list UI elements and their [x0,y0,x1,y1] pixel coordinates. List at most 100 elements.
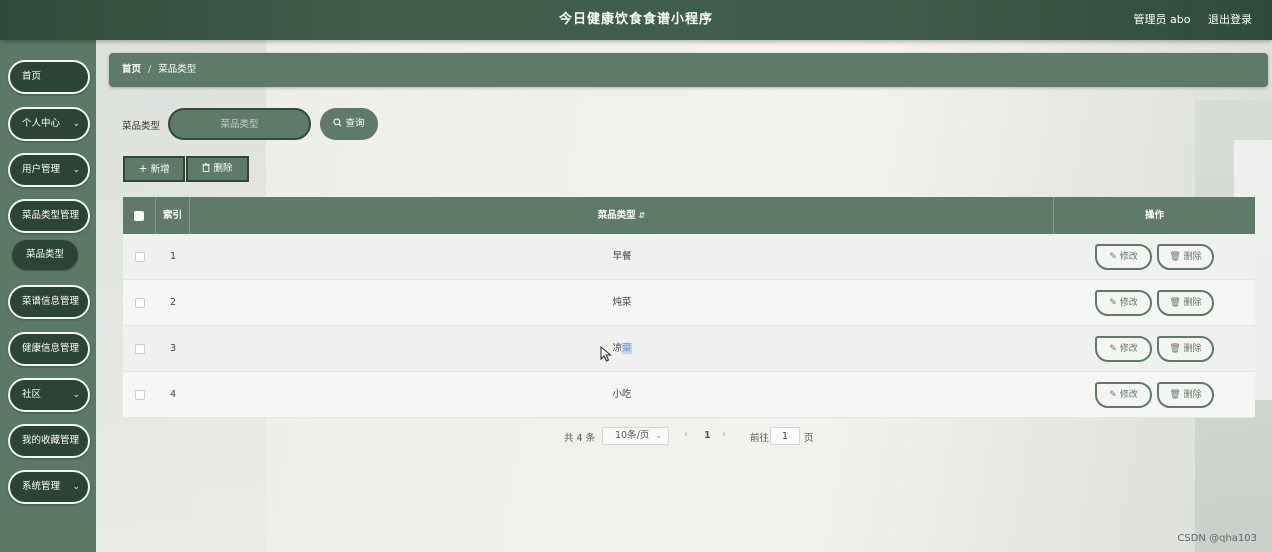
row-checkbox[interactable] [134,251,145,262]
page-size-select[interactable]: 10条/页 ⌄ [602,427,669,445]
edit-button[interactable]: ✎ 修改 [1095,244,1152,270]
trash-icon: 🗑 [1169,298,1181,308]
page-size-value: 10条/页 [615,430,650,441]
row-select-cell [123,234,156,280]
trash-icon: 🗑 [1169,252,1181,262]
delete-button[interactable]: 🗑 删除 [1157,244,1214,270]
header-select-all-cell [123,197,156,234]
sidebar-item-label: 菜品类型管理 [22,210,80,221]
goto-page-input[interactable] [770,427,800,445]
delete-button-label: 删除 [1183,298,1202,308]
batch-delete-button[interactable]: 删除 [186,156,249,182]
sidebar-item-home[interactable]: 首页 [8,60,90,94]
prev-page-button[interactable]: ‹ [684,429,688,440]
delete-button[interactable]: 🗑 删除 [1157,382,1214,408]
trash-icon: 🗑 [1169,390,1181,400]
search-icon [333,118,342,127]
header-dish-type[interactable]: 菜品类型 ⇵ [190,197,1054,234]
table-header: 索引 菜品类型 ⇵ 操作 [123,197,1255,234]
sidebar-subitem-dish-type[interactable]: 菜品类型 [12,240,78,270]
table-row: 1 早餐 ✎ 修改 🗑 删除 [123,234,1255,280]
plus-icon: + [138,162,148,175]
row-select-cell [123,326,156,372]
trash-icon: 🗑 [1169,344,1181,354]
sidebar-item-label: 菜谱信息管理 [22,296,80,307]
edit-button-label: 修改 [1119,390,1138,400]
watermark: CSDN @qha103 [1177,533,1257,544]
query-button[interactable]: 查询 [320,108,378,140]
sidebar-item-label: 用户管理 [22,164,61,175]
row-checkbox[interactable] [134,297,145,308]
edit-icon: ✎ [1109,252,1117,262]
chevron-down-icon: ⌄ [72,482,80,492]
page-number-current[interactable]: 1 [704,430,711,441]
sidebar-item-label: 我的收藏管理 [22,435,80,446]
table-row: 2 炖菜 ✎ 修改 🗑 删除 [123,280,1255,326]
sidebar-item-recipe-management[interactable]: 菜谱信息管理 [8,285,90,319]
header-index: 索引 [156,197,190,234]
page-label: 页 [804,433,814,444]
sidebar-item-community[interactable]: 社区 ⌄ [8,378,90,412]
sidebar-item-system-management[interactable]: 系统管理 ⌄ [8,470,90,504]
row-index: 2 [169,297,177,308]
row-dish-type-text: 凉 [612,343,622,354]
logout-link[interactable]: 退出登录 [1208,13,1252,26]
sidebar-item-label: 系统管理 [22,481,61,492]
trash-icon [202,162,211,172]
current-user: 管理员 abo [1133,13,1191,26]
header-user-area: 管理员 abo 退出登录 [1120,0,1252,40]
edit-icon: ✎ [1109,298,1117,308]
sidebar-item-dish-type-management[interactable]: 菜品类型管理 [8,199,90,233]
delete-button-label: 删除 [1183,344,1202,354]
row-index: 1 [169,251,177,262]
header-dish-type-label: 菜品类型 [597,210,636,221]
edit-icon: ✎ [1109,390,1117,400]
sidebar-item-favorites-management[interactable]: 我的收藏管理 [8,424,90,458]
edit-button-label: 修改 [1119,344,1138,354]
row-index: 3 [169,343,177,354]
edit-icon: ✎ [1109,344,1117,354]
edit-button-label: 修改 [1119,298,1138,308]
edit-button-label: 修改 [1119,252,1138,262]
edit-button[interactable]: ✎ 修改 [1095,290,1152,316]
sidebar-item-label: 健康信息管理 [22,343,80,354]
query-button-label: 查询 [345,118,365,129]
sidebar-item-label: 社区 [22,389,42,400]
breadcrumb: 首页 / 菜品类型 [109,53,1268,87]
header-operations: 操作 [1144,210,1164,221]
sidebar-item-label: 个人中心 [22,118,61,129]
row-dish-type: 凉菜 [190,326,1054,372]
add-button-label: 新增 [150,164,170,175]
dish-type-table: 索引 菜品类型 ⇵ 操作 1 早餐 ✎ 修改 🗑 删除 2 炖菜 ✎ 修改 🗑 删… [123,197,1255,418]
sidebar-item-personal-center[interactable]: 个人中心 ⌄ [8,107,90,141]
edit-button[interactable]: ✎ 修改 [1095,336,1152,362]
sidebar-item-user-management[interactable]: 用户管理 ⌄ [8,153,90,187]
chevron-down-icon: ⌄ [72,119,80,129]
select-all-checkbox[interactable] [134,210,144,221]
breadcrumb-home[interactable]: 首页 [122,64,141,75]
add-button[interactable]: + 新增 [123,156,185,182]
edit-button[interactable]: ✎ 修改 [1095,382,1152,408]
row-checkbox[interactable] [134,389,145,400]
next-page-button[interactable]: › [722,429,726,440]
delete-button[interactable]: 🗑 删除 [1157,336,1214,362]
goto-label: 前往 [750,433,770,444]
table-row: 4 小吃 ✎ 修改 🗑 删除 [123,372,1255,418]
dish-type-search-input[interactable] [168,108,311,140]
row-select-cell [123,372,156,418]
sidebar-item-health-management[interactable]: 健康信息管理 [8,332,90,366]
row-checkbox[interactable] [134,343,145,354]
row-dish-type: 小吃 [612,389,632,400]
delete-button[interactable]: 🗑 删除 [1157,290,1214,316]
top-header: 今日健康饮食食谱小程序 管理员 abo 退出登录 [0,0,1272,40]
sidebar: 首页 个人中心 ⌄ 用户管理 ⌄ 菜品类型管理 菜品类型 菜谱信息管理 健康信息… [0,40,96,552]
search-label: 菜品类型 [122,121,161,132]
table-row: 3 凉菜 ✎ 修改 🗑 删除 [123,326,1255,372]
row-index: 4 [169,389,177,400]
sort-icon[interactable]: ⇵ [639,211,646,220]
app-title: 今日健康饮食食谱小程序 [558,12,713,27]
delete-button-label: 删除 [1183,252,1202,262]
pagination-total: 共 4 条 [564,433,596,444]
row-select-cell [123,280,156,326]
chevron-down-icon: ⌄ [655,431,662,440]
